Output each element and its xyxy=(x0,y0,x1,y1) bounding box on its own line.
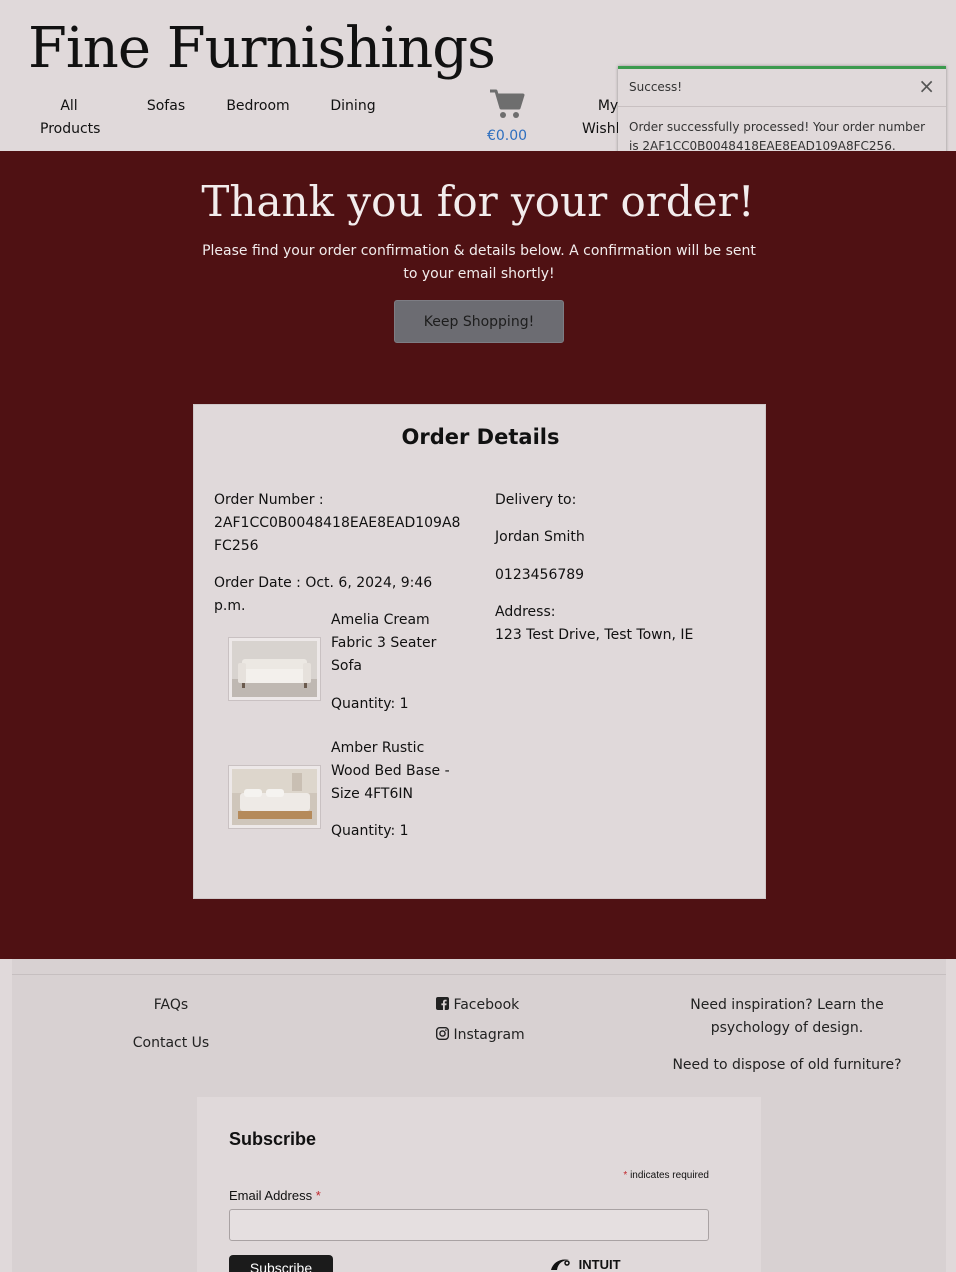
email-label: Email Address * xyxy=(229,1188,321,1203)
order-item: Amber Rustic Wood Bed Base - Size 4FT6IN… xyxy=(331,737,461,843)
email-field[interactable] xyxy=(229,1209,709,1241)
intuit-label: INTUIT xyxy=(578,1257,621,1272)
address-label: Address: xyxy=(495,604,556,620)
nav-all-products-line2: Products xyxy=(40,121,101,137)
cart-total: €0.00 xyxy=(486,128,528,144)
brand-logo[interactable]: Fine Furnishings xyxy=(28,16,496,81)
keep-shopping-button[interactable]: Keep Shopping! xyxy=(394,300,564,343)
instagram-icon xyxy=(435,1026,450,1041)
toast-header: Success! × xyxy=(618,69,946,107)
inspiration-link[interactable]: Need inspiration? Learn the psychology o… xyxy=(680,994,894,1040)
order-info: Order Number : 2AF1CC0B0048418EAE8EAD109… xyxy=(214,489,464,618)
instagram-label: Instagram xyxy=(453,1027,525,1043)
toast-title: Success! xyxy=(629,80,683,94)
subscribe-title: Subscribe xyxy=(229,1129,317,1149)
email-label-text: Email Address xyxy=(229,1188,313,1203)
page-title: Thank you for your order! xyxy=(201,177,755,226)
faqs-link[interactable]: FAQs xyxy=(120,994,222,1017)
delivery-label: Delivery to: xyxy=(495,492,577,508)
order-number-label: Order Number : xyxy=(214,492,324,508)
item-quantity: Quantity: 1 xyxy=(331,696,409,712)
nav-bedroom[interactable]: Bedroom xyxy=(226,95,290,118)
subscribe-button[interactable]: Subscribe xyxy=(229,1255,333,1272)
product-thumbnail[interactable] xyxy=(228,637,321,701)
dispose-link[interactable]: Need to dispose of old furniture? xyxy=(672,1054,902,1077)
customer-phone: 0123456789 xyxy=(495,567,585,583)
contact-link[interactable]: Contact Us xyxy=(120,1032,222,1055)
delivery-info: Delivery to: Jordan Smith 0123456789 Add… xyxy=(495,489,745,647)
required-star: * xyxy=(315,1188,321,1203)
sofa-image xyxy=(232,641,317,697)
nav-all-products[interactable]: All Products xyxy=(40,95,101,141)
nav-dining[interactable]: Dining xyxy=(330,95,376,118)
shopping-cart-icon xyxy=(490,89,525,118)
bed-image xyxy=(232,769,317,825)
address-value: 123 Test Drive, Test Town, IE xyxy=(495,627,694,643)
cart-link[interactable]: €0.00 xyxy=(480,88,534,144)
item-quantity: Quantity: 1 xyxy=(331,823,409,839)
order-details-card: Order Details Order Number : 2AF1CC0B004… xyxy=(193,404,766,899)
close-icon[interactable]: × xyxy=(918,76,935,96)
required-note: * indicates required xyxy=(623,1170,709,1181)
instagram-link[interactable]: Instagram xyxy=(435,1024,526,1047)
confirmation-subtitle: Please find your order confirmation & de… xyxy=(202,243,756,282)
item-name[interactable]: Amber Rustic Wood Bed Base - Size 4FT6IN xyxy=(331,737,461,806)
order-details-title: Order Details xyxy=(401,425,560,449)
footer-divider xyxy=(12,974,946,975)
order-item: Amelia Cream Fabric 3 Seater Sofa Quanti… xyxy=(331,609,461,716)
order-date-label: Order Date : xyxy=(214,575,301,591)
subscribe-form: Subscribe * indicates required Email Add… xyxy=(197,1097,761,1272)
product-thumbnail[interactable] xyxy=(228,765,321,829)
item-name[interactable]: Amelia Cream Fabric 3 Seater Sofa xyxy=(331,609,461,678)
customer-name: Jordan Smith xyxy=(495,529,585,545)
intuit-logo: INTUIT xyxy=(549,1257,621,1272)
order-number-value: 2AF1CC0B0048418EAE8EAD109A8FC256 xyxy=(214,515,461,554)
required-star: * xyxy=(623,1170,628,1181)
nav-sofas[interactable]: Sofas xyxy=(146,95,186,118)
facebook-label: Facebook xyxy=(453,997,520,1013)
required-note-text: indicates required xyxy=(630,1170,709,1181)
nav-all-products-line1: All xyxy=(60,98,78,114)
facebook-link[interactable]: Facebook xyxy=(436,994,526,1017)
facebook-icon xyxy=(436,997,449,1010)
mailchimp-icon xyxy=(551,1259,570,1270)
